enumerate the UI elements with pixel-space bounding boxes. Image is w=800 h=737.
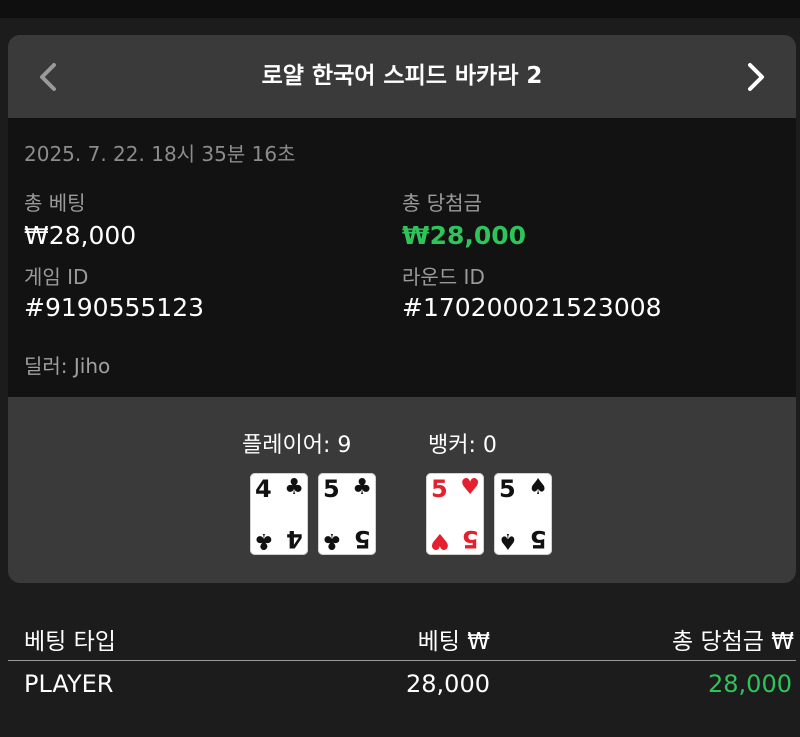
- dealer-label: 딜러:: [24, 354, 68, 378]
- banker-label: 뱅커:: [428, 433, 476, 458]
- table-divider: [8, 660, 796, 661]
- card-rank: 5: [431, 475, 448, 503]
- club-icon: ♣: [284, 475, 304, 500]
- heart-icon: ♥: [460, 475, 480, 500]
- row-bet-type: PLAYER: [24, 670, 114, 698]
- total-bet-value: ₩28,000: [24, 221, 137, 250]
- round-details-panel: 로얄 한국어 스피드 바카라 2 2025. 7. 22. 18시 35분 16…: [8, 35, 796, 583]
- round-id-value: #170200021523008: [402, 293, 662, 322]
- club-icon: ♣: [352, 475, 372, 500]
- timestamp: 2025. 7. 22. 18시 35분 16초: [24, 142, 296, 166]
- card-rank: 5: [530, 525, 547, 553]
- banker-card-2: 5 ♠ ♠ 5: [494, 473, 552, 555]
- banker-score: 0: [482, 433, 497, 458]
- column-header-bet: 베팅 ₩: [417, 629, 490, 655]
- player-label: 플레이어:: [242, 433, 331, 458]
- next-round-button[interactable]: [736, 59, 772, 95]
- column-header-bet-type: 베팅 타입: [24, 629, 116, 655]
- card-rank: 5: [462, 525, 479, 553]
- card-rank: 5: [354, 525, 371, 553]
- player-hand-label: 플레이어: 9: [242, 427, 351, 459]
- player-card-2: 5 ♣ ♣ 5: [318, 473, 376, 555]
- player-score: 9: [337, 433, 352, 458]
- round-id-label: 라운드 ID: [402, 265, 485, 289]
- dealer-info: 딜러: Jiho: [24, 350, 110, 379]
- heart-icon: ♥: [430, 528, 450, 553]
- banker-hand-label: 뱅커: 0: [428, 427, 497, 459]
- banker-card-1: 5 ♥ ♥ 5: [426, 473, 484, 555]
- previous-round-button[interactable]: [32, 59, 68, 95]
- page-title: 로얄 한국어 스피드 바카라 2: [261, 63, 543, 89]
- card-rank: 5: [499, 475, 516, 503]
- spade-icon: ♠: [528, 475, 548, 500]
- dealer-name: Jiho: [73, 354, 111, 378]
- card-rank: 4: [255, 475, 272, 503]
- row-win-amount: 28,000: [708, 670, 792, 698]
- panel-header: 로얄 한국어 스피드 바카라 2: [8, 35, 796, 118]
- hands-area: 플레이어: 9 뱅커: 0 4 ♣ ♣ 4 5 ♣ ♣ 5 5 ♥ ♥ 5 5: [8, 397, 796, 583]
- round-info: 2025. 7. 22. 18시 35분 16초 총 베팅 ₩28,000 총 …: [8, 118, 796, 397]
- total-win-label: 총 당첨금: [402, 191, 482, 215]
- row-bet-amount: 28,000: [406, 670, 490, 698]
- chevron-right-icon: [748, 63, 764, 91]
- player-card-1: 4 ♣ ♣ 4: [250, 473, 308, 555]
- spade-icon: ♠: [498, 528, 518, 553]
- club-icon: ♣: [322, 528, 342, 553]
- total-win-value: ₩28,000: [402, 221, 527, 250]
- total-bet-label: 총 베팅: [24, 191, 86, 215]
- club-icon: ♣: [254, 528, 274, 553]
- chevron-left-icon: [40, 63, 56, 91]
- top-bar: [0, 0, 800, 18]
- game-id-label: 게임 ID: [24, 265, 89, 289]
- column-header-total-win: 총 당첨금 ₩: [671, 629, 794, 655]
- card-rank: 4: [286, 525, 303, 553]
- game-id-value: #9190555123: [24, 293, 205, 322]
- card-rank: 5: [323, 475, 340, 503]
